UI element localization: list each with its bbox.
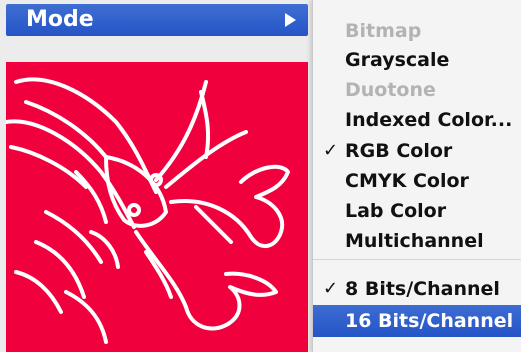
menu-separator <box>313 259 521 260</box>
menu-item-grayscale-label: Grayscale <box>345 49 450 71</box>
menu-item-mode[interactable]: Mode <box>6 4 308 36</box>
menu-item-rgb-color-label: RGB Color <box>345 140 453 162</box>
document-image-lobster <box>6 62 308 352</box>
menu-item-cmyk-color[interactable]: CMYK Color <box>313 166 521 196</box>
parent-menu: Mode <box>0 0 312 352</box>
menu-item-duotone-label: Duotone <box>345 79 436 101</box>
menu-item-bitmap[interactable]: Bitmap <box>313 16 521 46</box>
menu-item-indexed-color-label: Indexed Color... <box>345 109 513 131</box>
mode-submenu: Bitmap Grayscale Duotone Indexed Color..… <box>312 0 521 352</box>
submenu-arrow-icon <box>285 13 296 27</box>
checkmark-icon: ✓ <box>323 140 339 161</box>
menu-item-lab-color-label: Lab Color <box>345 200 447 222</box>
menu-item-16-bits-channel-label: 16 Bits/Channel <box>345 310 514 332</box>
menu-item-16-bits-channel[interactable]: 16 Bits/Channel <box>313 305 521 337</box>
lobster-illustration <box>6 77 290 344</box>
menu-item-duotone[interactable]: Duotone <box>313 75 521 105</box>
menu-item-8-bits-channel-label: 8 Bits/Channel <box>345 278 500 300</box>
menu-item-cmyk-color-label: CMYK Color <box>345 170 469 192</box>
checkmark-icon: ✓ <box>323 278 339 299</box>
menu-item-multichannel-label: Multichannel <box>345 230 484 252</box>
menu-item-grayscale[interactable]: Grayscale <box>313 45 521 75</box>
menu-item-lab-color[interactable]: Lab Color <box>313 196 521 226</box>
menu-item-multichannel[interactable]: Multichannel <box>313 226 521 256</box>
menu-item-mode-label: Mode <box>26 7 94 32</box>
menu-item-8-bits-channel[interactable]: ✓ 8 Bits/Channel <box>313 274 521 304</box>
menu-item-bitmap-label: Bitmap <box>345 20 422 42</box>
menu-item-indexed-color[interactable]: Indexed Color... <box>313 105 521 135</box>
menu-item-rgb-color[interactable]: ✓ RGB Color <box>313 136 521 166</box>
